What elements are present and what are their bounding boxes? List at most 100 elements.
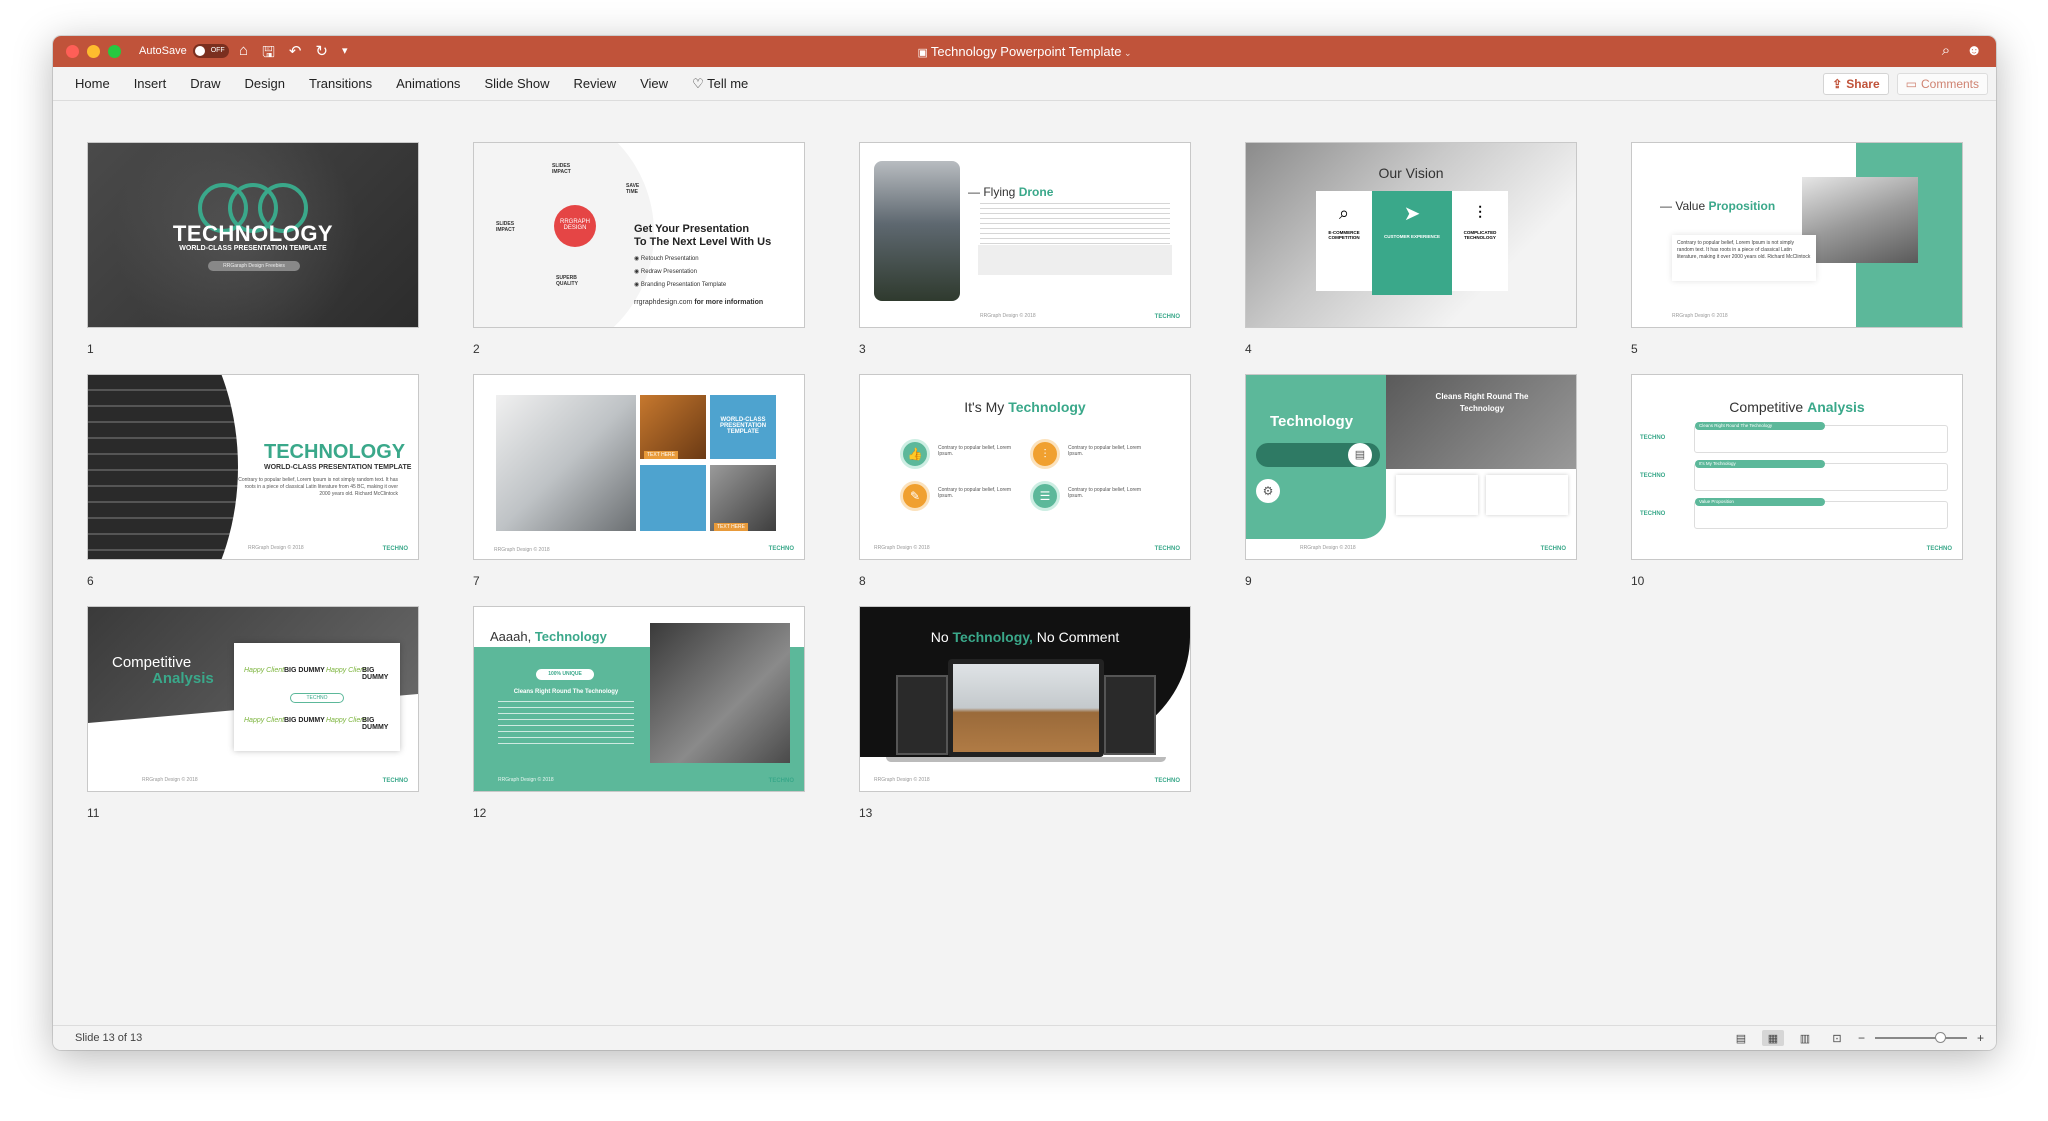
- slide-thumbnail-4[interactable]: Our Vision ⌕ E-COMMERCE COMPETITION ➤ CU…: [1245, 142, 1577, 328]
- slide-10-brand: TECHNO: [1926, 546, 1952, 552]
- slide-4-col-1: ⌕ E-COMMERCE COMPETITION: [1316, 191, 1372, 291]
- slide-thumbnail-1[interactable]: TECHNOLOGY WORLD-CLASS PRESENTATION TEMP…: [87, 142, 419, 328]
- undo-icon[interactable]: ↶: [289, 42, 302, 67]
- slide-thumbnail-3[interactable]: — Flying Drone RRGraph Design © 2018 TEC…: [859, 142, 1191, 328]
- tab-animations[interactable]: Animations: [384, 76, 472, 92]
- normal-view-icon[interactable]: ▤: [1730, 1030, 1752, 1046]
- slide-8-brand: TECHNO: [1154, 546, 1180, 552]
- slide-thumbnail-9[interactable]: Technology ▤ ⚙ Cleans Right Round The Te…: [1245, 374, 1577, 560]
- lightbulb-icon: ♡: [692, 76, 708, 91]
- slide-2-heading-1: Get Your Presentation: [634, 223, 750, 235]
- tab-transitions[interactable]: Transitions: [297, 76, 384, 92]
- slide-8-text-4: Contrary to popular belief, Lorem Ipsum.: [1068, 487, 1142, 499]
- tab-view[interactable]: View: [628, 76, 680, 92]
- slide-12-title: Aaaah, Technology: [490, 629, 607, 644]
- tab-review[interactable]: Review: [561, 76, 628, 92]
- home-icon[interactable]: ⌂: [239, 42, 248, 67]
- slide-9-brand: TECHNO: [1540, 546, 1566, 552]
- autosave-label: AutoSave: [139, 45, 187, 57]
- reading-view-icon[interactable]: ▥: [1794, 1030, 1816, 1046]
- slide-11-footer: RRGraph Design © 2018: [142, 777, 198, 783]
- slide-9-right-title: Cleans Right Round The Technology: [1435, 392, 1529, 413]
- slide-8-text-1: Contrary to popular belief, Lorem Ipsum.: [938, 445, 1012, 457]
- slide-11-brand: TECHNO: [382, 778, 408, 784]
- slide-7-blue-box-1: WORLD-CLASS PRESENTATION TEMPLATE: [710, 395, 776, 459]
- gear-icon: ⚙: [1256, 479, 1280, 503]
- slide-thumbnail-13[interactable]: No Technology, No Comment RRGraph Design…: [859, 606, 1191, 792]
- autosave-control[interactable]: AutoSave OFF: [139, 44, 229, 58]
- close-window-button[interactable]: [66, 45, 79, 58]
- ribbon: Home Insert Draw Design Transitions Anim…: [53, 67, 1996, 101]
- slide-3-photo: [874, 161, 960, 301]
- ribbon-tabs: Home Insert Draw Design Transitions Anim…: [63, 76, 760, 92]
- sliders-icon: ⫶: [1477, 203, 1483, 223]
- slide-number-9: 9: [1245, 574, 1252, 588]
- slide-8-title: It's My Technology: [964, 399, 1086, 415]
- slide-thumbnail-6[interactable]: TECHNOLOGY WORLD-CLASS PRESENTATION TEMP…: [87, 374, 419, 560]
- slide-8-icon-1: 👍: [900, 439, 930, 469]
- slide-thumbnail-2[interactable]: RRGRAPH DESIGN SLIDES IMPACT SAVE TIME SL…: [473, 142, 805, 328]
- slide-3-brand: TECHNO: [1154, 314, 1180, 320]
- slide-12-body: [498, 701, 634, 749]
- slide-thumbnail-12[interactable]: Aaaah, Technology 100% UNIQUE Cleans Rig…: [473, 606, 805, 792]
- tab-slide-show[interactable]: Slide Show: [472, 76, 561, 92]
- tab-insert[interactable]: Insert: [122, 76, 179, 92]
- slide-2-label-3: SLIDES IMPACT: [496, 221, 515, 233]
- slide-8-icon-2: ⫶: [1030, 439, 1060, 469]
- slide-2-heading-2: To The Next Level With Us: [634, 236, 772, 248]
- slide-thumbnail-7[interactable]: TEXT HERE WORLD-CLASS PRESENTATION TEMPL…: [473, 374, 805, 560]
- slide-number-12: 12: [473, 806, 487, 820]
- slide-6-title: TECHNOLOGY: [264, 441, 406, 463]
- autosave-toggle[interactable]: OFF: [192, 44, 229, 58]
- save-icon[interactable]: 🖫: [262, 42, 275, 67]
- document-icon: ▣: [917, 47, 931, 59]
- slide-3-body: [980, 203, 1170, 247]
- slide-5-title: — Value Proposition: [1660, 199, 1776, 213]
- paper-plane-icon: ➤: [1403, 203, 1421, 225]
- slide-sorter-view-icon[interactable]: ▦: [1761, 1030, 1784, 1046]
- slide-2-item-3: ◉ Branding Presentation Template: [634, 282, 727, 288]
- slide-3-box: [978, 245, 1172, 275]
- slide-6-footer: RRGraph Design © 2018: [248, 545, 304, 551]
- share-button[interactable]: ⇪ Share: [1823, 73, 1889, 95]
- slide-4-col-2: ➤ CUSTOMER EXPERIENCE: [1372, 191, 1452, 295]
- slide-7-photo-2: [640, 395, 706, 459]
- slide-thumbnail-8[interactable]: It's My Technology 👍 Contrary to popular…: [859, 374, 1191, 560]
- slide-8-footer: RRGraph Design © 2018: [874, 545, 930, 551]
- tab-draw[interactable]: Draw: [178, 76, 232, 92]
- slide-show-icon[interactable]: ⊡: [1826, 1030, 1848, 1046]
- search-icon[interactable]: ⌕: [1942, 42, 1950, 59]
- zoom-window-button[interactable]: [108, 45, 121, 58]
- slide-number-13: 13: [859, 806, 873, 820]
- slide-2-label-2: SAVE TIME: [626, 183, 640, 195]
- slide-number-1: 1: [87, 342, 94, 356]
- zoom-slider-knob[interactable]: [1934, 1032, 1946, 1043]
- slide-9-photo: [1386, 375, 1576, 469]
- slide-number-6: 6: [87, 574, 94, 588]
- tab-design[interactable]: Design: [233, 76, 297, 92]
- slide-9-footer: RRGraph Design © 2018: [1300, 545, 1356, 551]
- minimize-window-button[interactable]: [87, 45, 100, 58]
- slide-thumbnail-10[interactable]: Competitive Analysis Cleans Right Round …: [1631, 374, 1963, 560]
- slide-status: Slide 13 of 13: [75, 1032, 143, 1044]
- slide-12-photo: [650, 623, 790, 763]
- account-icon[interactable]: ☻: [1966, 42, 1982, 59]
- zoom-slider[interactable]: [1874, 1032, 1967, 1043]
- zoom-out-icon[interactable]: −: [1858, 1031, 1865, 1045]
- slide-number-7: 7: [473, 574, 480, 588]
- slide-9-title: Technology: [1270, 413, 1354, 430]
- comment-icon: ▭: [1905, 77, 1917, 91]
- comments-button[interactable]: ▭ Comments: [1896, 73, 1988, 95]
- redo-icon[interactable]: ↻: [315, 42, 328, 67]
- tab-home[interactable]: Home: [63, 76, 122, 92]
- slide-2-item-1: ◉ Retouch Presentation: [634, 256, 699, 262]
- tell-me-search[interactable]: ♡ Tell me: [680, 76, 760, 92]
- customize-toolbar-icon[interactable]: ▾: [342, 44, 348, 67]
- newspaper-icon: ▤: [1348, 443, 1372, 467]
- slide-thumbnail-5[interactable]: — Value Proposition Contrary to popular …: [1631, 142, 1963, 328]
- zoom-in-icon[interactable]: +: [1977, 1031, 1984, 1045]
- slide-3-footer: RRGraph Design © 2018: [980, 313, 1036, 319]
- slide-13-footer: RRGraph Design © 2018: [874, 777, 930, 783]
- slide-thumbnail-11[interactable]: Competitive Analysis Happy Client BIG DU…: [87, 606, 419, 792]
- slide-3-title: — Flying Drone: [968, 185, 1054, 199]
